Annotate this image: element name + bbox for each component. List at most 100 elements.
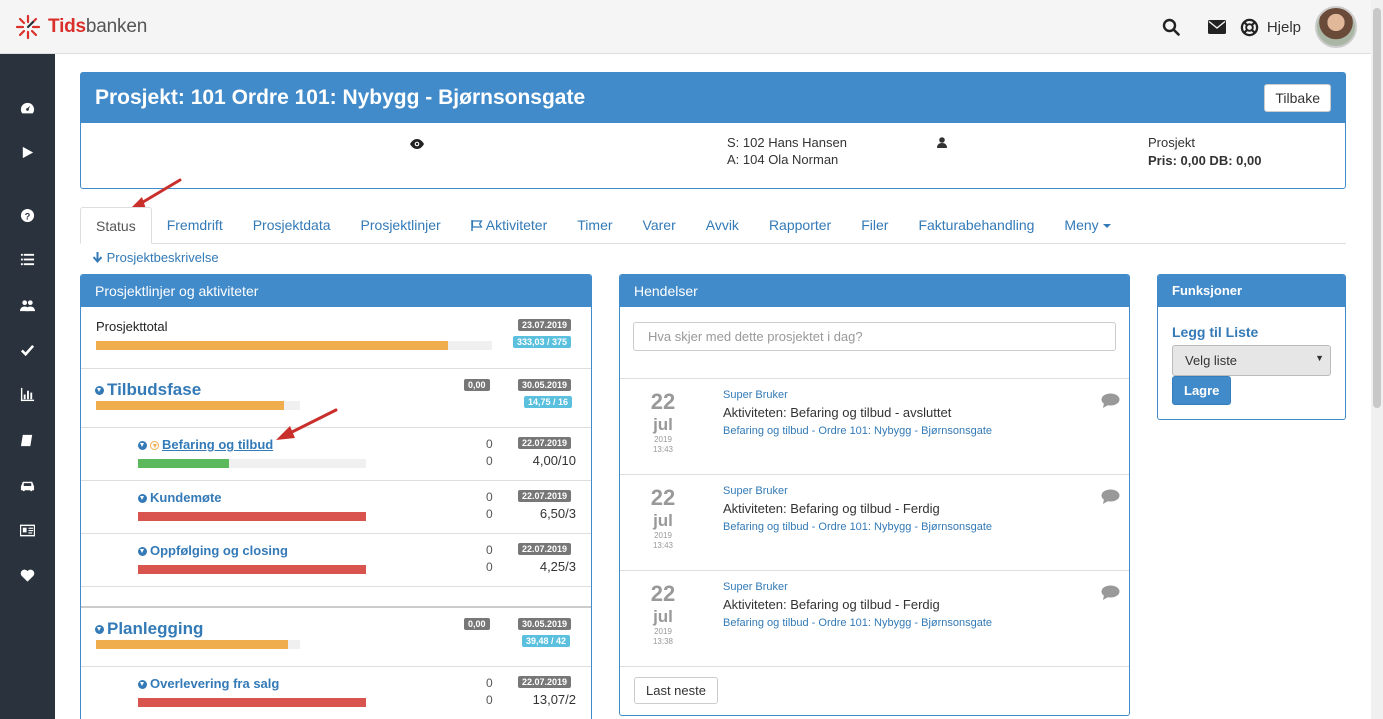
event-year: 2019: [654, 627, 672, 636]
sidebar-item-dashboard[interactable]: [0, 96, 55, 120]
progress-fill: [138, 565, 366, 574]
event-month: jul: [653, 415, 673, 434]
help-button[interactable]: Hjelp: [1240, 18, 1301, 37]
back-button[interactable]: Tilbake: [1264, 84, 1331, 112]
activity-link[interactable]: Kundemøte: [150, 490, 222, 505]
comment-icon[interactable]: [1101, 393, 1120, 408]
date-badge: 30.05.2019: [518, 618, 572, 630]
search-icon: [1162, 18, 1180, 36]
tab-rapporter[interactable]: Rapporter: [754, 207, 846, 243]
tab-avvik[interactable]: Avvik: [691, 207, 754, 243]
tab-fremdrift[interactable]: Fremdrift: [152, 207, 238, 243]
event-date: 22 jul 2019 13:43: [620, 379, 706, 474]
tab-timer[interactable]: Timer: [562, 207, 627, 243]
tab-aktiviteter[interactable]: Aktiviteter: [456, 207, 563, 243]
dropdown-arrow-icon: ▼: [1315, 353, 1324, 363]
sidebar-item-book[interactable]: [0, 428, 55, 452]
activity-link[interactable]: Oppfølging og closing: [150, 543, 288, 558]
sidebar-item-id-card[interactable]: [0, 518, 55, 542]
tab-meny-label: Meny: [1064, 217, 1099, 233]
events-panel-title: Hendelser: [620, 275, 1129, 307]
event-text: Aktiviteten: Befaring og tilbud - avslut…: [723, 405, 952, 420]
sidebar-item-favorites[interactable]: [0, 563, 55, 587]
activity-title[interactable]: Overlevering fra salg: [138, 676, 279, 691]
expand-icon: [138, 494, 147, 504]
search-button[interactable]: [1148, 8, 1194, 46]
sidebar-item-car[interactable]: [0, 473, 55, 497]
project-type: Prosjekt: [1148, 135, 1195, 150]
tab-status[interactable]: Status: [80, 207, 152, 244]
list-select[interactable]: Velg liste ▼: [1172, 345, 1331, 376]
functions-panel: Funksjoner Legg til Liste Velg liste ▼ L…: [1157, 274, 1346, 420]
tab-meny[interactable]: Meny: [1049, 207, 1125, 243]
eye-icon[interactable]: [410, 139, 424, 149]
phase-title[interactable]: Tilbudsfase: [95, 380, 201, 400]
dashboard-icon: [20, 102, 35, 113]
sidebar-item-list[interactable]: [0, 247, 55, 271]
sidebar-item-play[interactable]: [0, 140, 55, 164]
messages-button[interactable]: [1194, 8, 1240, 46]
event-link[interactable]: Befaring og tilbud - Ordre 101: Nybygg -…: [723, 617, 992, 629]
sidebar-item-reports[interactable]: [0, 382, 55, 406]
event-user[interactable]: Super Bruker: [723, 581, 788, 593]
event-link[interactable]: Befaring og tilbud - Ordre 101: Nybygg -…: [723, 425, 992, 437]
caret-down-icon: [1102, 224, 1111, 229]
project-info: S: 102 Hans Hansen A: 104 Ola Norman Pro…: [81, 123, 1345, 188]
play-icon: [22, 146, 34, 158]
hours-value: 4,00/10: [532, 453, 576, 468]
scrollbar-thumb[interactable]: [1373, 8, 1381, 408]
page-title: Prosjekt: 101 Ordre 101: Nybygg - Bjørns…: [95, 86, 586, 109]
activity-link[interactable]: Befaring og tilbud: [162, 437, 273, 452]
collapse-icon: [95, 386, 104, 396]
activity-bar: [138, 459, 366, 468]
logo[interactable]: Tidsbanken: [14, 14, 147, 40]
description-link[interactable]: Prosjektbeskrivelse: [92, 250, 219, 265]
tab-filer[interactable]: Filer: [846, 207, 903, 243]
comment-icon[interactable]: [1101, 585, 1120, 600]
annotation-arrow-activity: [276, 408, 338, 440]
divider: [81, 586, 591, 587]
event-date: 22 jul 2019 13:38: [620, 571, 706, 666]
event-user[interactable]: Super Bruker: [723, 389, 788, 401]
activity-title[interactable]: Befaring og tilbud: [138, 437, 273, 452]
check-icon: [20, 344, 35, 356]
event-link[interactable]: Befaring og tilbud - Ordre 101: Nybygg -…: [723, 521, 992, 533]
id-card-icon: [20, 524, 35, 536]
save-button[interactable]: Lagre: [1172, 376, 1232, 405]
phase-title[interactable]: Planlegging: [95, 619, 203, 639]
sidebar-item-check[interactable]: [0, 338, 55, 362]
activity-title[interactable]: Kundemøte: [138, 490, 222, 505]
event-user[interactable]: Super Bruker: [723, 485, 788, 497]
tab-prosjektdata[interactable]: Prosjektdata: [238, 207, 346, 243]
page-scrollbar[interactable]: [1371, 0, 1383, 719]
date-badge: 22.07.2019: [518, 676, 572, 688]
add-to-list-label: Legg til Liste: [1172, 324, 1259, 340]
event-text: Aktiviteten: Befaring og tilbud - Ferdig: [723, 501, 940, 516]
tab-prosjektlinjer[interactable]: Prosjektlinjer: [346, 207, 456, 243]
count-value: 0: [486, 693, 493, 707]
activity-title[interactable]: Oppfølging og closing: [138, 543, 288, 558]
hours-badge: 14,75 / 16: [524, 396, 573, 408]
load-more-button[interactable]: Last neste: [634, 677, 718, 704]
sidebar-item-users[interactable]: [0, 293, 55, 317]
project-total-bar: [96, 341, 492, 350]
logo-text: Tidsbanken: [48, 16, 148, 37]
user-icon[interactable]: [937, 137, 947, 148]
tab-fakturabehandling[interactable]: Fakturabehandling: [903, 207, 1049, 243]
help-label: Hjelp: [1266, 18, 1301, 36]
comment-icon[interactable]: [1101, 489, 1120, 504]
phase-title-label: Tilbudsfase: [107, 380, 202, 399]
count-value: 0: [486, 437, 493, 451]
event-input[interactable]: Hva skjer med dette prosjektet i dag?: [633, 322, 1116, 351]
project-price: Pris: 0,00 DB: 0,00: [1148, 153, 1262, 168]
activity-link[interactable]: Overlevering fra salg: [150, 676, 279, 691]
avatar[interactable]: [1315, 6, 1357, 48]
sidebar: ?: [0, 54, 55, 719]
book-icon: [20, 434, 33, 446]
logo-icon: [15, 14, 41, 40]
sidebar-item-help[interactable]: ?: [0, 203, 55, 227]
event-month: jul: [653, 511, 673, 530]
top-bar: Tidsbanken Hjelp: [0, 0, 1371, 54]
event-time: 13:38: [652, 637, 674, 646]
tab-varer[interactable]: Varer: [628, 207, 691, 243]
